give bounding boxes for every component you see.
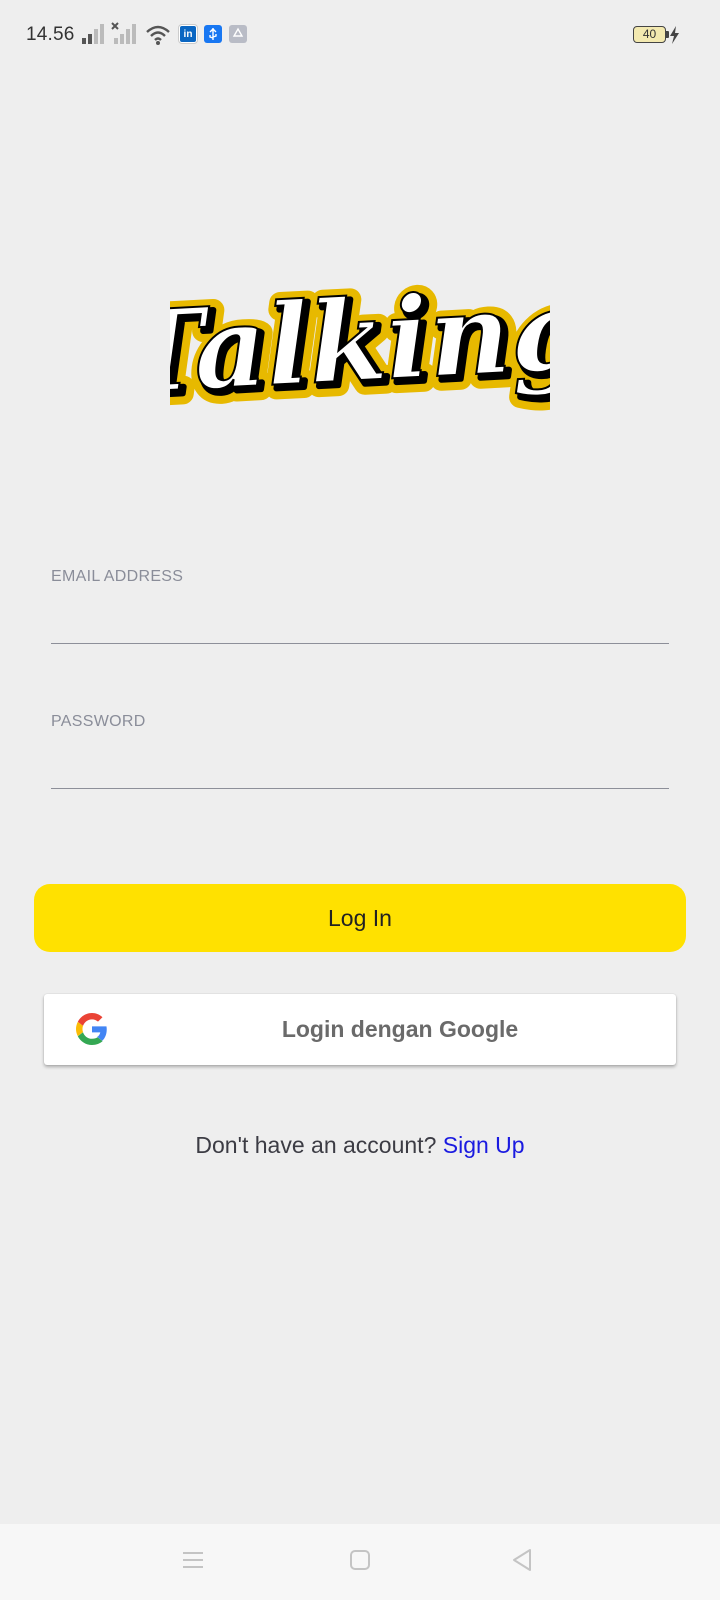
password-input[interactable]: [51, 745, 669, 789]
menu-icon[interactable]: [181, 1548, 205, 1577]
status-time: 14.56: [26, 24, 75, 45]
charging-icon: [669, 26, 680, 49]
google-login-button[interactable]: Login dengan Google: [44, 994, 676, 1065]
signup-prompt: Don't have an account?: [195, 1132, 437, 1158]
no-signal-icon: [111, 22, 139, 46]
recycle-icon: [229, 25, 247, 43]
signup-prompt-line: Don't have an account? Sign Up: [0, 1132, 720, 1159]
signup-link[interactable]: Sign Up: [443, 1132, 525, 1158]
home-icon[interactable]: [348, 1548, 372, 1577]
back-icon[interactable]: [510, 1548, 534, 1577]
password-label: PASSWORD: [51, 713, 146, 730]
talking-logo: Talking Talking Talking: [111, 257, 607, 434]
email-label: EMAIL ADDRESS: [51, 568, 184, 585]
email-field-group: EMAIL ADDRESS: [51, 568, 669, 644]
battery-icon: 40: [633, 26, 666, 43]
logo-text: Talking: [170, 264, 550, 419]
google-button-label: Login dengan Google: [281, 1016, 519, 1042]
wifi-icon: [145, 24, 171, 46]
email-input[interactable]: [51, 600, 669, 644]
status-bar: 14.56 in 40: [0, 0, 720, 70]
usb-icon: [204, 25, 222, 43]
login-button[interactable]: Log In: [34, 884, 686, 952]
signal-icon: [81, 22, 107, 46]
password-field-group: PASSWORD: [51, 713, 669, 789]
linkedin-icon: in: [179, 25, 197, 43]
login-screen: 14.56 in 40 Talking Talking Talking EMAI…: [0, 0, 720, 1600]
navigation-bar: [0, 1524, 720, 1600]
